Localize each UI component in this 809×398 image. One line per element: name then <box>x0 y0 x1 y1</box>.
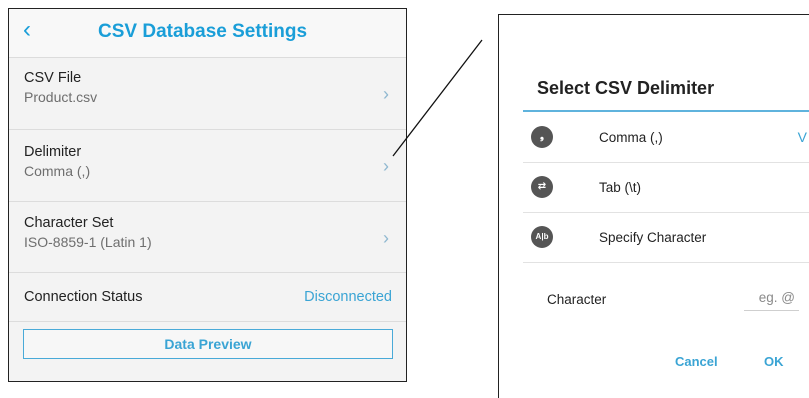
character-input[interactable] <box>744 285 799 311</box>
tab-icon: ⇄ <box>531 176 553 198</box>
chevron-right-icon: › <box>383 228 389 248</box>
settings-header: ‹ CSV Database Settings <box>9 9 406 57</box>
dialog-title-divider <box>523 110 809 112</box>
row-label: CSV File <box>24 70 82 86</box>
connection-status-label: Connection Status <box>24 289 143 305</box>
csv-settings-screen: ‹ CSV Database Settings CSV File Product… <box>8 8 407 382</box>
back-chevron-icon[interactable]: ‹ <box>23 18 31 42</box>
settings-row-character-set[interactable]: Character Set ISO-8859-1 (Latin 1) › <box>9 201 406 272</box>
settings-row-csv-file[interactable]: CSV File Product.csv › <box>9 57 406 129</box>
connection-status-value: Disconnected <box>304 289 392 305</box>
row-label: Character Set <box>24 215 114 231</box>
specify-character-icon: A|b <box>531 226 553 248</box>
character-field-label: Character <box>547 292 607 307</box>
row-value: Comma (,) <box>24 163 91 179</box>
select-delimiter-dialog: Select CSV Delimiter ❟ Comma (,) V ⇄ Tab… <box>498 14 809 398</box>
data-preview-button[interactable]: Data Preview <box>23 329 393 359</box>
chevron-right-icon: › <box>383 156 389 176</box>
settings-row-delimiter[interactable]: Delimiter Comma (,) › <box>9 129 406 201</box>
chevron-right-icon: › <box>383 84 389 104</box>
page-title: CSV Database Settings <box>98 21 308 42</box>
row-value: Product.csv <box>24 89 98 105</box>
cancel-button[interactable]: Cancel <box>675 354 718 369</box>
settings-row-connection-status: Connection Status Disconnected <box>9 272 406 321</box>
delimiter-option-specify-character[interactable]: A|b Specify Character <box>523 213 809 263</box>
row-value: ISO-8859-1 (Latin 1) <box>24 234 152 250</box>
option-label: Specify Character <box>599 230 707 245</box>
delimiter-option-tab[interactable]: ⇄ Tab (\t) <box>523 163 809 213</box>
ok-button[interactable]: OK <box>764 354 784 369</box>
dialog-title: Select CSV Delimiter <box>537 78 715 98</box>
option-label: Comma (,) <box>599 130 663 145</box>
selected-check-icon: V <box>797 129 807 145</box>
row-label: Delimiter <box>24 144 82 160</box>
delimiter-option-comma[interactable]: ❟ Comma (,) V <box>523 113 809 163</box>
option-label: Tab (\t) <box>599 180 642 195</box>
comma-icon: ❟ <box>531 126 553 148</box>
